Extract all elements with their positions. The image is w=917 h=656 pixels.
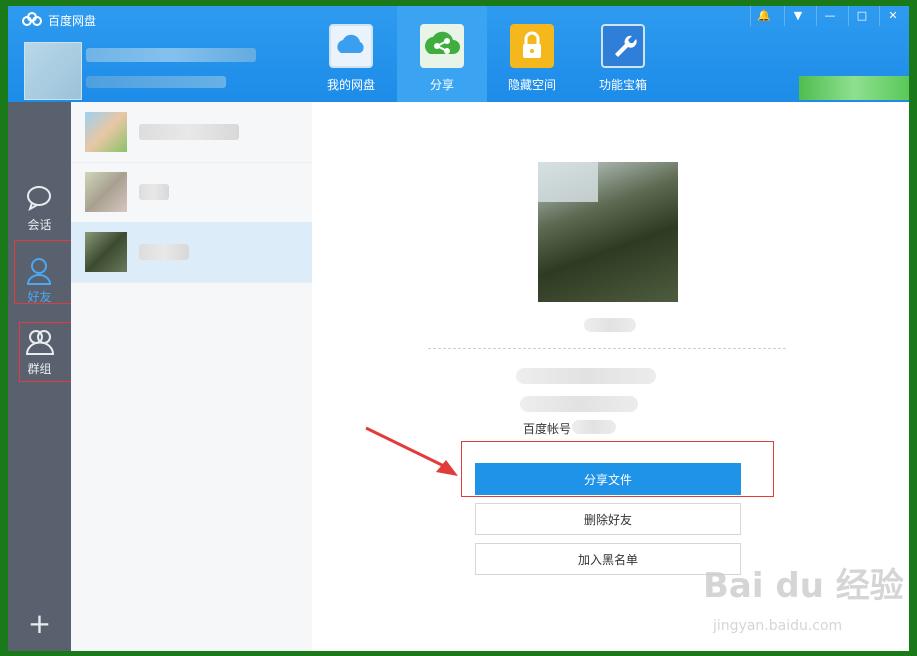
watermark-url: jingyan.baidu.com [713,618,843,634]
account-id-blurred [572,420,616,434]
tab-label: 隐藏空间 [507,78,556,92]
sidebar-item-label: 会话 [27,218,52,232]
sidebar-item-chat[interactable]: 会话 [8,178,71,238]
user-info-blurred [86,76,226,88]
close-button[interactable]: ✕ [879,6,906,26]
list-item[interactable] [71,222,312,283]
tab-label: 分享 [429,78,454,92]
baidu-jingyan-watermark: Bai du 经验 [703,566,904,606]
friend-info-blurred [516,368,656,384]
username-blurred [86,48,256,62]
delete-friend-button[interactable]: 删除好友 [475,503,741,535]
lock-icon [510,24,554,68]
tab-label: 功能宝箱 [598,78,647,92]
list-item[interactable] [71,162,312,223]
baidu-cloud-logo-icon [22,12,42,26]
friend-avatar-large [538,162,678,302]
user-avatar[interactable] [24,42,82,100]
tab-my-netdisk[interactable]: 我的网盘 [306,6,396,102]
annotation-box-groups [19,322,77,382]
app-window: 百度网盘 我的网盘 分享 隐藏空间 功能宝箱 🔔 ▼ — □ ✕ 会话 好友 群… [8,6,909,651]
share-icon [420,24,464,68]
friend-name-blurred [584,318,636,332]
friend-info-blurred [520,396,638,412]
list-item[interactable] [71,102,312,163]
avatar [85,232,127,272]
wrench-icon [601,24,645,68]
tab-label: 我的网盘 [326,78,375,92]
avatar [85,112,127,152]
chat-bubble-icon [27,186,51,212]
title-bar: 百度网盘 我的网盘 分享 隐藏空间 功能宝箱 🔔 ▼ — □ ✕ [8,6,909,102]
minimize-button[interactable]: — [816,6,843,26]
friend-list [71,102,313,651]
settings-menu-icon[interactable]: ▼ [784,6,811,26]
account-label: 百度帐号 [523,422,572,436]
storage-bar-blurred [799,76,909,100]
add-to-blacklist-button[interactable]: 加入黑名单 [475,543,741,575]
friend-name-blurred [139,184,169,200]
notification-bell-icon[interactable]: 🔔 [750,6,777,26]
app-title: 百度网盘 [48,14,97,28]
cloud-icon [329,24,373,68]
maximize-button[interactable]: □ [848,6,875,26]
friend-name-blurred [139,124,239,140]
add-icon[interactable]: + [8,607,71,640]
avatar [85,172,127,212]
tab-share[interactable]: 分享 [397,6,487,102]
annotation-arrow-icon [365,426,458,476]
tab-hidden-space[interactable]: 隐藏空间 [487,6,577,102]
tab-toolbox[interactable]: 功能宝箱 [578,6,668,102]
divider [428,348,786,349]
annotation-box-share [461,441,774,497]
friend-name-blurred [139,244,189,260]
